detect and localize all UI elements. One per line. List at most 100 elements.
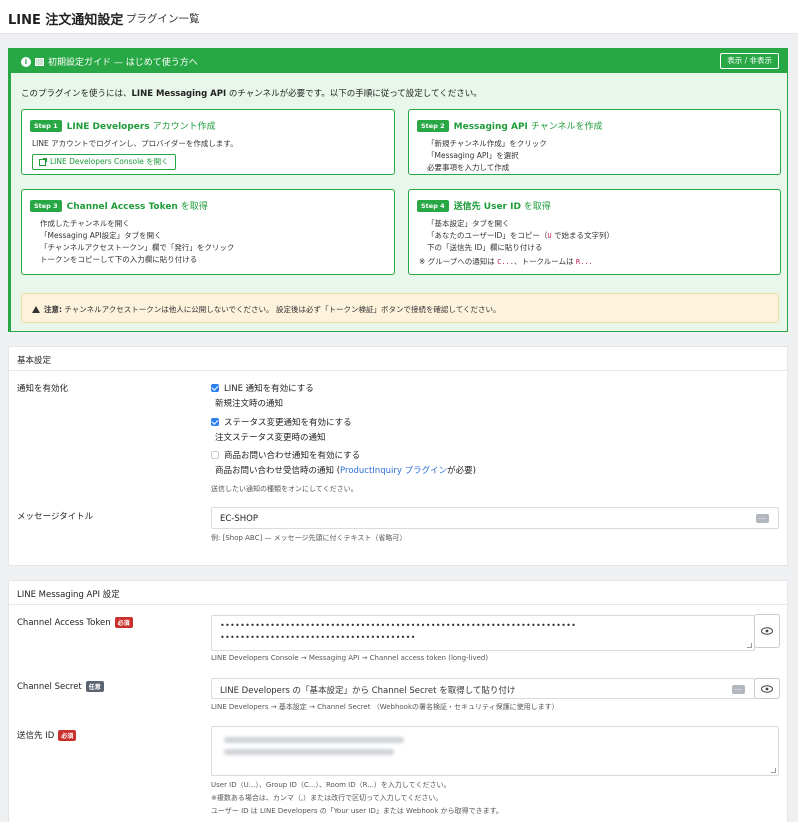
card-header: 基本設定 bbox=[9, 347, 787, 371]
step-line: LINE アカウントでログインし、プロバイダーを作成します。 bbox=[32, 139, 238, 148]
step-card-1: Step 1 LINE Developers アカウント作成 LINE アカウン… bbox=[21, 109, 395, 175]
destination-help-line: ユーザー ID は LINE Developers の「Your user ID… bbox=[211, 807, 503, 815]
destination-id-label: 送信先 ID 必須 bbox=[17, 729, 77, 741]
password-manager-icon[interactable]: ... bbox=[732, 684, 745, 694]
step-lines: 「基本設定」タブを開く 「あなたのユーザーID」をコピー（U で始まる文字列） … bbox=[419, 218, 614, 268]
step-badge: Step 1 bbox=[30, 119, 62, 132]
step-line: 「新規チャンネル作成」をクリック bbox=[427, 139, 547, 148]
top-bar: LINE 注文通知設定 プラグイン一覧 bbox=[0, 0, 798, 34]
step-line: 「Messaging API」を選択 bbox=[427, 151, 519, 160]
required-badge: 必須 bbox=[114, 617, 133, 628]
setup-guide-header: i 初期設定ガイド — はじめて使う方へ 表示 / 非表示 bbox=[11, 49, 787, 73]
message-title-help: 例: [Shop ABC] — メッセージ先頭に付くテキスト（省略可） bbox=[211, 534, 407, 542]
step-lines: LINE アカウントでログインし、プロバイダーを作成します。 bbox=[32, 138, 238, 150]
access-token-label-text: Channel Access Token bbox=[17, 617, 111, 628]
step-title-bold: Channel Access Token bbox=[66, 202, 178, 212]
channel-secret-label-text: Channel Secret bbox=[17, 681, 82, 692]
warning-box: 注意: チャンネルアクセストークンは他人に公開しないでください。 設定後は必ず「… bbox=[21, 293, 779, 323]
checkbox-checked[interactable] bbox=[211, 418, 219, 426]
destination-id-label-text: 送信先 ID bbox=[17, 731, 55, 741]
channel-secret-label: Channel Secret 任意 bbox=[17, 681, 104, 692]
intro-text-post: のチャンネルが必要です。以下の手順に従って設定してください。 bbox=[226, 89, 482, 99]
access-token-label: Channel Access Token 必須 bbox=[17, 617, 133, 628]
option-line-notify[interactable]: LINE 通知を有効にする bbox=[211, 382, 314, 394]
step-title: Channel Access Token を取得 bbox=[67, 199, 208, 212]
eye-icon bbox=[761, 627, 773, 635]
options-help: 送信したい通知の種類をオンにしてください。 bbox=[211, 485, 358, 493]
setup-guide-title: i 初期設定ガイド — はじめて使う方へ bbox=[21, 55, 198, 68]
step-badge: Step 3 bbox=[30, 199, 62, 212]
step-title-rest: アカウント作成 bbox=[149, 122, 216, 132]
app-title: LINE 注文通知設定 bbox=[8, 13, 124, 28]
step-title: 送信先 User ID を取得 bbox=[454, 199, 551, 212]
enable-notifications-label: 通知を有効化 bbox=[17, 384, 69, 394]
password-manager-icon[interactable]: ... bbox=[756, 513, 769, 523]
step-note: ※ グループへの通知は C...、トークルームは R... bbox=[419, 256, 614, 268]
resize-handle[interactable] bbox=[747, 643, 752, 648]
guide-toggle-button[interactable]: 表示 / 非表示 bbox=[720, 53, 779, 69]
step-title: LINE Developers アカウント作成 bbox=[67, 119, 216, 132]
intro-text-pre: このプラグインを使うには、 bbox=[21, 89, 132, 99]
step-line: 「基本設定」タブを開く bbox=[427, 219, 510, 228]
option-desc: 商品お問い合わせ受信時の通知 (ProductInquiry プラグインが必要) bbox=[215, 464, 476, 476]
access-token-textarea[interactable]: ••••••••••••••••••••••••••••••••••••••••… bbox=[211, 615, 755, 651]
destination-id-textarea[interactable] bbox=[211, 726, 779, 776]
resize-handle[interactable] bbox=[771, 768, 776, 773]
access-token-help: LINE Developers Console → Messaging API … bbox=[211, 654, 489, 662]
step-badge: Step 2 bbox=[417, 119, 449, 132]
note-pre: ※ グループへの通知は bbox=[419, 257, 498, 266]
external-link-icon bbox=[39, 157, 47, 166]
step-lines: 「新規チャンネル作成」をクリック 「Messaging API」を選択 必要事項… bbox=[419, 138, 547, 174]
channel-secret-input[interactable]: LINE Developers の「基本設定」から Channel Secret… bbox=[211, 678, 755, 699]
step-line: 「チャンネルアクセストークン」欄で「発行」をクリック bbox=[40, 243, 235, 252]
guide-intro: このプラグインを使うには、LINE Messaging API のチャンネルが必… bbox=[21, 87, 482, 99]
step-title-rest: を取得 bbox=[177, 202, 208, 212]
step-line-post: で始まる文字列） bbox=[551, 231, 614, 240]
warning-bold: 注意: bbox=[44, 305, 62, 314]
step-title-rest: チャンネルを作成 bbox=[527, 122, 603, 132]
toggle-token-visibility-button[interactable] bbox=[754, 614, 780, 648]
eye-icon bbox=[761, 684, 773, 693]
open-console-button[interactable]: LINE Developers Console を開く bbox=[32, 154, 176, 170]
step-badge: Step 4 bbox=[417, 199, 449, 212]
option-desc-pre: 商品お問い合わせ受信時の通知 ( bbox=[215, 466, 341, 476]
option-desc: 新規注文時の通知 bbox=[215, 399, 284, 409]
step-title-bold: Messaging API bbox=[453, 122, 528, 132]
inline-code: C... bbox=[497, 258, 514, 266]
step-line: 「あなたのユーザーID」をコピー（U で始まる文字列） bbox=[419, 230, 614, 242]
step-line: 必要事項を入力して作成 bbox=[427, 163, 510, 172]
option-inquiry-notify[interactable]: 商品お問い合わせ通知を有効にする bbox=[211, 449, 360, 461]
section-title: 基本設定 bbox=[17, 356, 52, 366]
page-subtitle[interactable]: プラグイン一覧 bbox=[126, 11, 200, 26]
option-label: 商品お問い合わせ通知を有効にする bbox=[224, 451, 361, 461]
option-status-notify[interactable]: ステータス変更通知を有効にする bbox=[211, 416, 352, 428]
message-title-value: EC-SHOP bbox=[220, 514, 258, 524]
checkbox-unchecked[interactable] bbox=[211, 451, 219, 459]
message-title-input[interactable]: EC-SHOP ... bbox=[211, 507, 779, 529]
destination-help-line: ※複数ある場合は、カンマ（,）または改行で区切って入力してください。 bbox=[211, 794, 443, 802]
step-line: トークンをコピーして下の入力欄に貼り付ける bbox=[40, 255, 198, 264]
channel-secret-placeholder: LINE Developers の「基本設定」から Channel Secret… bbox=[220, 686, 516, 696]
toggle-secret-visibility-button[interactable] bbox=[754, 678, 780, 699]
option-label: LINE 通知を有効にする bbox=[224, 384, 314, 394]
basic-settings-card: 基本設定 通知を有効化 LINE 通知を有効にする 新規注文時の通知 ステータス… bbox=[8, 346, 788, 566]
step-line: 下の「送信先 ID」欄に貼り付ける bbox=[427, 243, 543, 252]
setup-guide-title-text: 初期設定ガイド — はじめて使う方へ bbox=[48, 58, 198, 68]
step-title-rest: を取得 bbox=[520, 202, 551, 212]
required-badge: 必須 bbox=[58, 729, 77, 741]
section-title: LINE Messaging API 設定 bbox=[17, 590, 120, 600]
warning-icon bbox=[32, 306, 40, 313]
destination-help-line: User ID（U...）、Group ID（C...）、Room ID（R..… bbox=[211, 781, 451, 789]
step-card-4: Step 4 送信先 User ID を取得 「基本設定」タブを開く 「あなたの… bbox=[408, 189, 781, 275]
intro-text-bold: LINE Messaging API bbox=[131, 89, 227, 99]
open-console-label: LINE Developers Console を開く bbox=[50, 157, 169, 166]
product-inquiry-link[interactable]: ProductInquiry プラグイン bbox=[340, 466, 447, 476]
setup-guide-panel: i 初期設定ガイド — はじめて使う方へ 表示 / 非表示 このプラグインを使う… bbox=[8, 48, 788, 332]
checkbox-checked[interactable] bbox=[211, 384, 219, 392]
token-mask-line: ••••••••••••••••••••••••••••••••••••••••… bbox=[220, 621, 577, 630]
inline-code: R... bbox=[575, 258, 593, 266]
redacted-id-line bbox=[224, 737, 404, 743]
card-header: LINE Messaging API 設定 bbox=[9, 581, 787, 605]
info-icon: i bbox=[21, 56, 31, 67]
redacted-id-line bbox=[224, 749, 394, 755]
